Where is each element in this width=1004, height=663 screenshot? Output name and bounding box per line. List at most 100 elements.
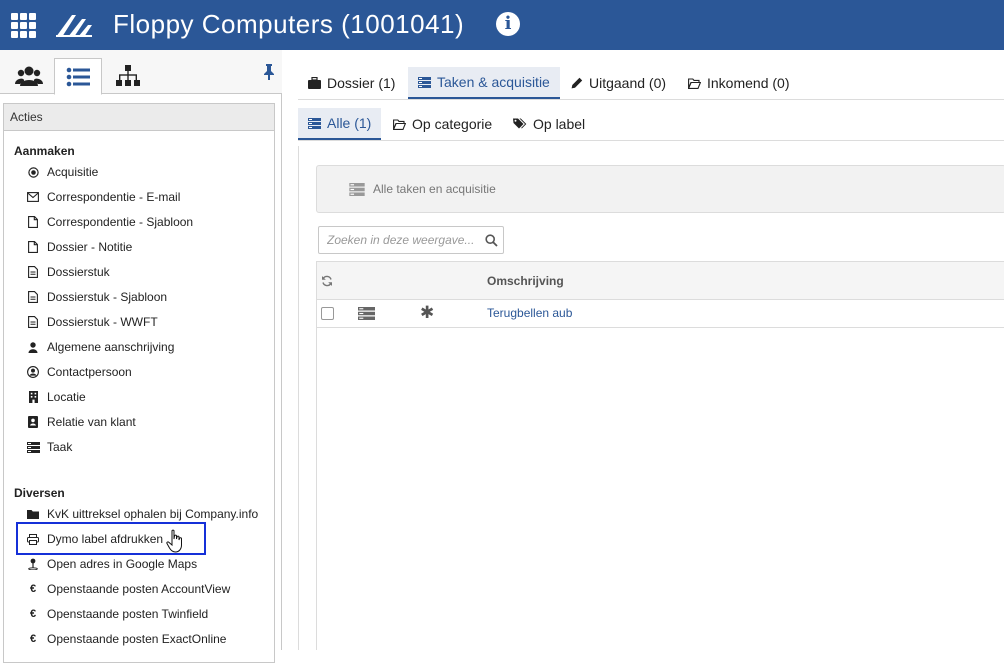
column-header-omschrijving[interactable]: Omschrijving [487, 274, 564, 288]
folder-open-icon [393, 118, 406, 130]
tasks-table: Omschrijving ✱ Terugbellen aub [316, 261, 1004, 650]
info-icon[interactable]: i [496, 12, 520, 36]
tasks-icon [349, 182, 365, 196]
action-openstaande-twinfield[interactable]: € Openstaande posten Twinfield [26, 604, 208, 624]
action-label: Dossier - Notitie [47, 240, 133, 254]
sub-tabs: Alle (1) Op categorie Op label [298, 108, 1004, 141]
action-contactpersoon[interactable]: Contactpersoon [26, 362, 132, 382]
action-openstaande-accountview[interactable]: € Openstaande posten AccountView [26, 579, 230, 599]
action-acquisitie[interactable]: Acquisitie [26, 162, 98, 182]
action-dossierstuk-wwft[interactable]: Dossierstuk - WWFT [26, 312, 158, 332]
action-label: Open adres in Google Maps [47, 557, 198, 571]
users-icon [15, 66, 43, 86]
envelope-icon [26, 190, 40, 204]
tab-label: Op label [533, 116, 586, 132]
folder-icon [26, 507, 40, 521]
row-description-link[interactable]: Terugbellen aub [487, 306, 572, 320]
action-label: Openstaande posten Twinfield [47, 607, 209, 621]
tasks-icon [358, 307, 375, 320]
top-bar: Floppy Computers (1001041) i [0, 0, 1004, 50]
action-label: Dossierstuk - Sjabloon [47, 290, 168, 304]
action-dossierstuk-sjabloon[interactable]: Dossierstuk - Sjabloon [26, 287, 167, 307]
file-icon [26, 215, 40, 229]
action-locatie[interactable]: Locatie [26, 387, 86, 407]
apps-grid-icon[interactable] [11, 13, 37, 38]
pin-icon[interactable] [262, 64, 276, 80]
action-label: Openstaande posten AccountView [47, 582, 231, 596]
user-circle-icon [26, 365, 40, 379]
briefcase-icon [308, 77, 321, 89]
asterisk-icon: ✱ [420, 303, 435, 322]
action-label: Relatie van klant [47, 415, 136, 429]
action-taak[interactable]: Taak [26, 437, 72, 457]
main-area: Dossier (1) Taken & acquisitie Uitgaand … [287, 50, 1004, 650]
table-row[interactable]: ✱ Terugbellen aub [317, 300, 1004, 328]
tab-taken-acquisitie[interactable]: Taken & acquisitie [408, 67, 560, 99]
user-icon [26, 340, 40, 354]
content-panel: Alle taken en acquisitie Omschrijving [298, 146, 1004, 650]
list-icon [66, 67, 90, 86]
tab-label: Alle (1) [327, 115, 372, 131]
file-text-icon [26, 315, 40, 329]
subtab-op-label[interactable]: Op label [503, 108, 595, 140]
action-kvk-uittreksel[interactable]: KvK uittreksel ophalen bij Company.info [26, 504, 258, 524]
tab-hierarchy[interactable] [104, 58, 152, 94]
subtab-alle[interactable]: Alle (1) [298, 108, 382, 140]
sidebar-tabs [0, 50, 282, 95]
folder-open-icon [688, 77, 701, 89]
file-text-icon [26, 265, 40, 279]
tab-list[interactable] [54, 58, 102, 95]
tasks-icon [308, 117, 321, 129]
subtab-op-categorie[interactable]: Op categorie [383, 108, 502, 140]
tab-label: Inkomend (0) [707, 75, 790, 91]
table-header: Omschrijving [317, 262, 1004, 300]
action-algemene-aanschrijving[interactable]: Algemene aanschrijving [26, 337, 174, 357]
action-openstaande-exactonline[interactable]: € Openstaande posten ExactOnline [26, 629, 227, 649]
sidebar: Acties Aanmaken Acquisitie Correspondent… [0, 50, 282, 663]
action-dossierstuk[interactable]: Dossierstuk [26, 262, 110, 282]
row-checkbox[interactable] [321, 307, 334, 320]
action-label: Correspondentie - Sjabloon [47, 215, 194, 229]
action-label: Algemene aanschrijving [47, 340, 175, 354]
actions-panel: Acties Aanmaken Acquisitie Correspondent… [3, 103, 275, 663]
euro-icon: € [29, 608, 37, 620]
action-dossier-notitie[interactable]: Dossier - Notitie [26, 237, 132, 257]
contact-card-icon [26, 415, 40, 429]
action-label: Correspondentie - E-mail [47, 190, 181, 204]
tab-dossier[interactable]: Dossier (1) [298, 67, 405, 99]
action-label: Taak [47, 440, 73, 454]
group-title-diversen: Diversen [14, 486, 65, 500]
action-relatie-van-klant[interactable]: Relatie van klant [26, 412, 136, 432]
tab-label: Uitgaand (0) [589, 75, 667, 91]
view-title: Alle taken en acquisitie [373, 182, 496, 196]
action-open-google-maps[interactable]: Open adres in Google Maps [26, 554, 197, 574]
tasks-icon [26, 440, 40, 454]
file-icon [26, 240, 40, 254]
action-correspondentie-email[interactable]: Correspondentie - E-mail [26, 187, 180, 207]
action-correspondentie-sjabloon[interactable]: Correspondentie - Sjabloon [26, 212, 193, 232]
logo-icon [56, 15, 92, 37]
tags-icon [513, 118, 527, 130]
tab-label: Dossier (1) [327, 75, 396, 91]
file-text-icon [26, 290, 40, 304]
tasks-icon [418, 76, 431, 88]
hierarchy-icon [116, 65, 140, 86]
tab-users[interactable] [5, 58, 53, 94]
action-label: Dossierstuk [47, 265, 110, 279]
euro-icon: € [29, 583, 37, 595]
map-pin-icon [26, 557, 40, 571]
search-icon[interactable] [485, 234, 498, 247]
action-label: Acquisitie [47, 165, 99, 179]
tab-inkomend[interactable]: Inkomend (0) [678, 67, 799, 99]
euro-icon: € [29, 633, 37, 645]
page-title: Floppy Computers (1001041) [113, 9, 465, 39]
pencil-icon [571, 77, 583, 89]
action-label: Openstaande posten ExactOnline [47, 632, 227, 646]
refresh-icon[interactable] [321, 275, 333, 287]
main-tabs: Dossier (1) Taken & acquisitie Uitgaand … [298, 67, 1004, 100]
action-label: Locatie [47, 390, 86, 404]
target-icon [26, 165, 40, 179]
view-header: Alle taken en acquisitie [316, 165, 1004, 213]
tab-uitgaand[interactable]: Uitgaand (0) [561, 67, 676, 99]
search-input[interactable] [319, 227, 479, 253]
